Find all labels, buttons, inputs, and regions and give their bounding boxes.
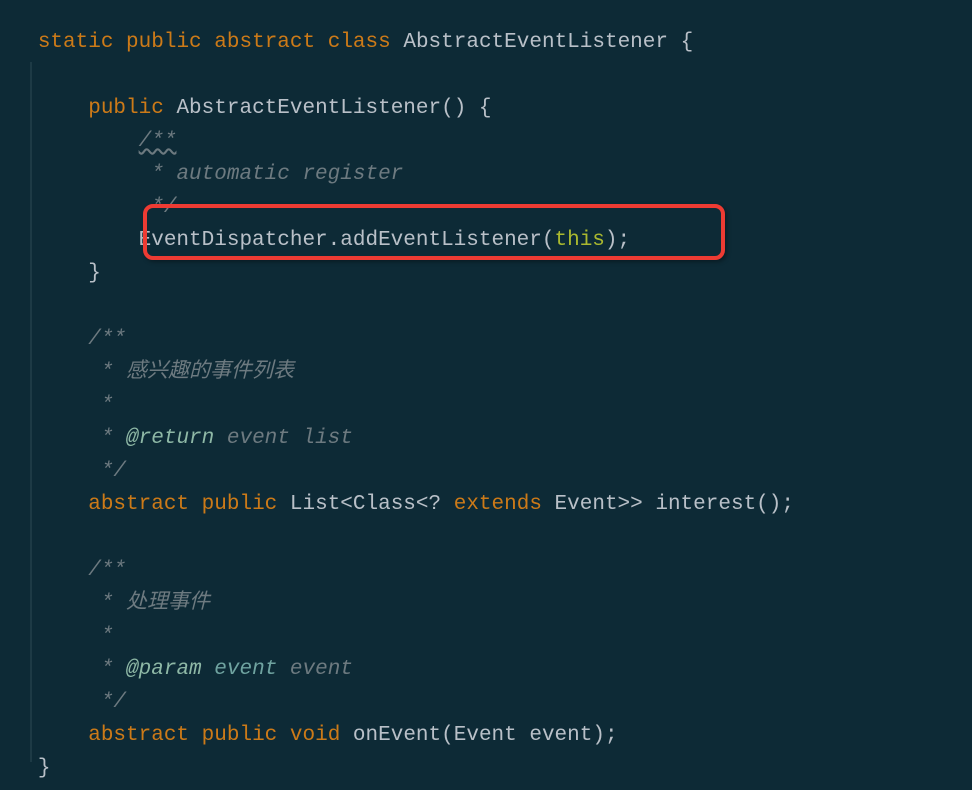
code-block: static public abstract class AbstractEve… [0, 0, 972, 785]
line-ctor-decl: public AbstractEventListener() { [0, 97, 492, 120]
line-comment-open: /** [0, 130, 176, 153]
line-comment-param: * @param event event [0, 658, 353, 681]
line-ctor-close: } [0, 262, 101, 285]
line-highlighted-call: EventDispatcher.addEventListener(this); [0, 229, 630, 252]
line-comment-close: */ [0, 691, 126, 714]
line-class-close: } [0, 757, 50, 780]
line-comment-return: * @return event list [0, 427, 353, 450]
code-gutter-line [30, 62, 32, 762]
line-comment-open: /** [0, 559, 126, 582]
line-comment-close: */ [0, 196, 176, 219]
line-comment-close: */ [0, 460, 126, 483]
line-class-decl: static public abstract class AbstractEve… [0, 31, 693, 54]
line-comment-body: * automatic register [0, 163, 403, 186]
line-onevent-decl: abstract public void onEvent(Event event… [0, 724, 618, 747]
line-comment-body: * [0, 625, 113, 648]
line-interest-decl: abstract public List<Class<? extends Eve… [0, 493, 794, 516]
line-comment-body: * 感兴趣的事件列表 [0, 361, 294, 384]
line-comment-body: * [0, 394, 113, 417]
line-comment-open: /** [0, 328, 126, 351]
